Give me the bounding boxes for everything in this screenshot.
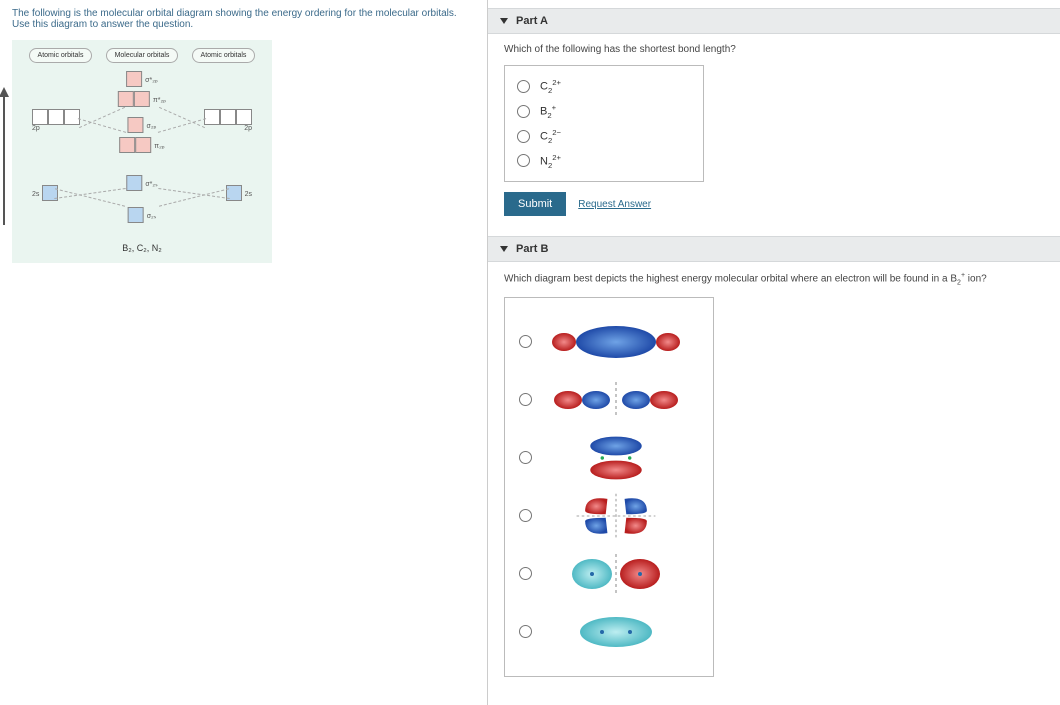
choice-a-3[interactable]: C22− (517, 124, 691, 149)
part-b-header[interactable]: Part B (488, 236, 1060, 262)
radio-input[interactable] (519, 625, 532, 638)
answer-panel: Part A Which of the following has the sh… (488, 0, 1060, 705)
ao-2p-left-label: 2p (32, 125, 80, 132)
energy-arrow-icon (0, 87, 14, 227)
sigma2s-label: σ₂ₛ (147, 213, 157, 220)
mo-header-left: Atomic orbitals (29, 48, 93, 63)
sigma2s-star-label: σ*₂ₛ (145, 181, 157, 188)
radio-input[interactable] (519, 335, 532, 348)
sigma-bonding-icon (546, 318, 686, 366)
sigma2s-bonding-icon (546, 608, 686, 656)
part-b: Part B Which diagram best depicts the hi… (488, 236, 1060, 686)
orbital-choice-3[interactable] (519, 434, 699, 482)
pi2p-star-label: π*₂ₚ (153, 97, 166, 104)
orbital-choice-5[interactable] (519, 550, 699, 598)
mo-diagram: Atomic orbitals Molecular orbitals Atomi… (12, 40, 272, 263)
choice-a-4[interactable]: N22+ (517, 149, 691, 174)
part-b-question: Which diagram best depicts the highest e… (504, 272, 1044, 286)
submit-button[interactable]: Submit (504, 192, 566, 216)
mo-header-right: Atomic orbitals (192, 48, 256, 63)
radio-input[interactable] (519, 451, 532, 464)
radio-input[interactable] (517, 130, 530, 143)
radio-input[interactable] (517, 80, 530, 93)
caret-down-icon (500, 246, 508, 252)
intro-text: The following is the molecular orbital d… (12, 8, 475, 30)
question-context-panel: The following is the molecular orbital d… (0, 0, 488, 705)
part-a-title: Part A (516, 15, 548, 27)
ao-2p-right-label: 2p (204, 125, 252, 132)
sigma2p-star-label: σ*₂ₚ (145, 77, 158, 84)
choice-a-1[interactable]: C22+ (517, 74, 691, 99)
radio-input[interactable] (517, 105, 530, 118)
choice-label: C22+ (540, 78, 561, 95)
ao-2s-right-label: 2s (245, 191, 252, 198)
part-b-title: Part B (516, 243, 548, 255)
choice-a-2[interactable]: B2+ (517, 99, 691, 124)
radio-input[interactable] (519, 393, 532, 406)
choice-label: N22+ (540, 153, 561, 170)
part-a-question: Which of the following has the shortest … (504, 44, 1044, 55)
orbital-choice-2[interactable] (519, 376, 699, 424)
radio-input[interactable] (519, 509, 532, 522)
mo-caption: B₂, C₂, N₂ (22, 243, 262, 253)
part-a-header[interactable]: Part A (488, 8, 1060, 34)
pi-antibonding-icon (546, 492, 686, 540)
orbital-choice-6[interactable] (519, 608, 699, 656)
radio-input[interactable] (519, 567, 532, 580)
caret-down-icon (500, 18, 508, 24)
choice-label: B2+ (540, 103, 556, 120)
part-a: Part A Which of the following has the sh… (488, 8, 1060, 226)
mo-header-mid: Molecular orbitals (106, 48, 179, 63)
part-b-choices (504, 297, 714, 677)
choice-label: C22− (540, 128, 561, 145)
orbital-choice-1[interactable] (519, 318, 699, 366)
pi2p-label: π₂ₚ (154, 143, 165, 150)
pi-bonding-icon (546, 434, 686, 482)
part-a-choices: C22+ B2+ C22− N22+ (504, 65, 704, 182)
sigma-antibonding-icon (546, 376, 686, 424)
radio-input[interactable] (517, 154, 530, 167)
request-answer-link[interactable]: Request Answer (578, 199, 651, 210)
orbital-choice-4[interactable] (519, 492, 699, 540)
sigma2p-label: σ₂ₚ (147, 123, 157, 130)
ao-2s-left-label: 2s (32, 191, 39, 198)
sigma2s-antibonding-icon (546, 550, 686, 598)
